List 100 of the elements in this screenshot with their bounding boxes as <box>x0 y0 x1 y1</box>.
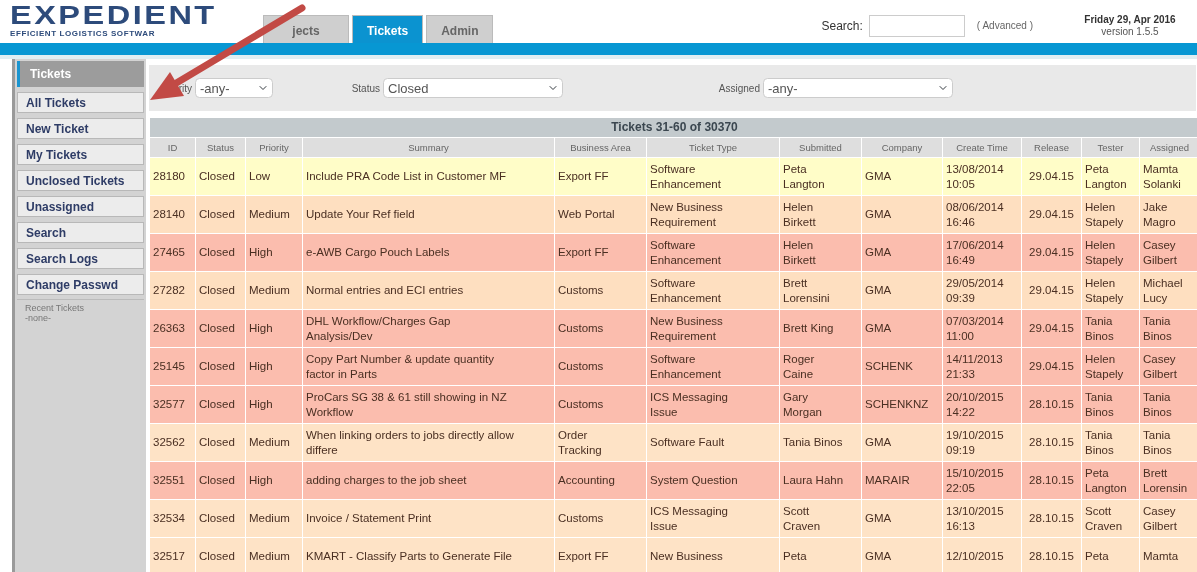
table-cell: Copy Part Number & update quantity factor in Parts <box>302 347 555 386</box>
table-cell: 28180 <box>149 157 196 196</box>
table-cell: adding charges to the job sheet <box>302 461 555 500</box>
logo-tagline: EFFICIENT LOGISTICS SOFTWAR <box>10 28 157 40</box>
table-cell: Software Enhancement <box>646 233 780 272</box>
advanced-link[interactable]: ( Advanced ) <box>976 18 1033 33</box>
table-cell: 32517 <box>149 537 196 572</box>
filter-label: Status <box>351 81 380 96</box>
table-cell: Tania Binos <box>1081 309 1140 348</box>
table-cell: 26363 <box>149 309 196 348</box>
table-cell: Tania Binos <box>1081 423 1140 462</box>
table-cell: 28.10.15 <box>1021 385 1082 424</box>
table-cell: 28.10.15 <box>1021 461 1082 500</box>
table-cell: Software Fault <box>646 423 780 462</box>
table-cell: 29/05/2014 09:39 <box>942 271 1022 310</box>
table-cell: Peta Langton <box>779 157 862 196</box>
table-cell: 19/10/2015 09:19 <box>942 423 1022 462</box>
table-cell: High <box>245 385 303 424</box>
table-cell: Closed <box>195 423 246 462</box>
filter-label: Assigned <box>718 81 760 96</box>
sidebar-button[interactable]: Unassigned <box>17 196 144 217</box>
table-cell: Helen Stapely <box>1081 347 1140 386</box>
table-cell: Low <box>245 157 303 196</box>
table-cell: Update Your Ref field <box>302 195 555 234</box>
table-cell: Invoice / Statement Print <box>302 499 555 538</box>
search-label: Search: <box>821 17 863 35</box>
table-cell: GMA <box>861 423 943 462</box>
table-cell: High <box>245 461 303 500</box>
table-cell: 32551 <box>149 461 196 500</box>
table-cell: Include PRA Code List in Customer MF <box>302 157 555 196</box>
table-cell: 32577 <box>149 385 196 424</box>
table-cell: 13/08/2014 10:05 <box>942 157 1022 196</box>
table-cell: 08/06/2014 16:46 <box>942 195 1022 234</box>
table-cell: 14/11/2013 21:33 <box>942 347 1022 386</box>
table-cell: Customs <box>554 385 647 424</box>
table-cell: Export FF <box>554 157 647 196</box>
table-cell: GMA <box>861 195 943 234</box>
table-cell: ICS Messaging Issue <box>646 499 780 538</box>
sidebar-button[interactable]: My Tickets <box>17 144 144 165</box>
table-cell: New Business Requirement <box>646 195 780 234</box>
table-cell: Accounting <box>554 461 647 500</box>
table-cell: Helen Stapely <box>1081 195 1140 234</box>
table-cell: 29.04.15 <box>1021 271 1082 310</box>
sidebar-button[interactable]: Search Logs <box>17 248 144 269</box>
nav-tab[interactable]: Admin <box>426 15 494 43</box>
table-cell: Customs <box>554 499 647 538</box>
table-cell: Scott Craven <box>1081 499 1140 538</box>
table-cell: Customs <box>554 309 647 348</box>
table-cell: GMA <box>861 157 943 196</box>
table-row[interactable]: 32517 Closed Medium KMART - Classify Parts to Generate File Export FF New Business Peta GMA 12/10/2015 28.10.15 Peta Mamta <box>149 537 1197 572</box>
table-cell: 13/10/2015 16:13 <box>942 499 1022 538</box>
column-header[interactable]: ID <box>149 137 196 158</box>
table-cell: Medium <box>245 499 303 538</box>
table-cell: 29.04.15 <box>1021 157 1082 196</box>
table-cell: Scott Craven <box>779 499 862 538</box>
table-cell: 20/10/2015 14:22 <box>942 385 1022 424</box>
table-cell: Closed <box>195 347 246 386</box>
table-cell: Software Enhancement <box>646 347 780 386</box>
table-cell: Software Enhancement <box>646 271 780 310</box>
sidebar-button[interactable]: Change Passwd <box>17 274 144 295</box>
table-cell: 28.10.15 <box>1021 499 1082 538</box>
table-cell: Medium <box>245 195 303 234</box>
date-label: Friday 29, Apr 2016 <box>1083 14 1177 26</box>
table-cell: Brett Lorensini <box>779 271 862 310</box>
table-cell: 17/06/2014 16:49 <box>942 233 1022 272</box>
table-cell: Customs <box>554 271 647 310</box>
table-cell: Software Enhancement <box>646 157 780 196</box>
table-cell: DHL Workflow/Charges Gap Analysis/Dev <box>302 309 555 348</box>
table-cell: Closed <box>195 157 246 196</box>
table-cell: 25145 <box>149 347 196 386</box>
table-cell: Order Tracking <box>554 423 647 462</box>
sidebar-button[interactable]: All Tickets <box>17 92 144 113</box>
filter-dropdown[interactable]: Closed <box>383 78 563 98</box>
filter-dropdown[interactable]: -any- <box>195 78 273 98</box>
table-cell: Peta Langton <box>1081 157 1140 196</box>
table-cell: Helen Stapely <box>1081 271 1140 310</box>
sidebar-title: Tickets <box>17 61 144 87</box>
table-cell: Closed <box>195 461 246 500</box>
table-cell: Laura Hahn <box>779 461 862 500</box>
logo: EXPEDIENT <box>10 2 218 28</box>
filter-dropdown[interactable]: -any- <box>763 78 953 98</box>
table-cell: System Question <box>646 461 780 500</box>
table-cell: 29.04.15 <box>1021 233 1082 272</box>
table-cell: Helen Birkett <box>779 195 862 234</box>
nav-tab[interactable]: jects <box>263 15 349 43</box>
table-cell: GMA <box>861 233 943 272</box>
table-cell: Closed <box>195 271 246 310</box>
table-cell: Closed <box>195 385 246 424</box>
table-cell: GMA <box>861 309 943 348</box>
recent-tickets-label: Recent Tickets <box>25 304 86 314</box>
table-cell: 07/03/2014 11:00 <box>942 309 1022 348</box>
sidebar-button[interactable]: Unclosed Tickets <box>17 170 144 191</box>
table-cell: 32534 <box>149 499 196 538</box>
sidebar-button[interactable]: New Ticket <box>17 118 144 139</box>
table-cell: High <box>245 347 303 386</box>
sidebar-button[interactable]: Search <box>17 222 144 243</box>
version-label: version 1.5.5 <box>1100 25 1160 37</box>
table-cell: MARAIR <box>861 461 943 500</box>
search-field[interactable] <box>868 14 965 37</box>
table-cell: 28.10.15 <box>1021 423 1082 462</box>
